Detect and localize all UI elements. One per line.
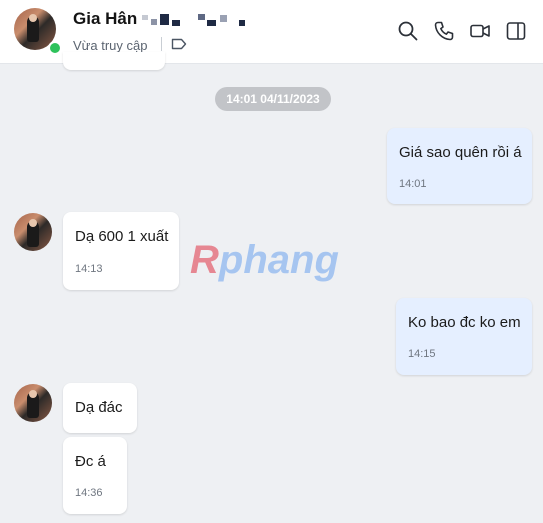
- message-time: 14:36: [75, 487, 103, 499]
- message-time: 14:01: [399, 178, 427, 190]
- sidebar-toggle-icon[interactable]: [505, 20, 527, 42]
- watermark-logo: Rphang: [190, 238, 339, 282]
- sender-avatar[interactable]: [14, 213, 52, 251]
- redacted-block: [198, 14, 205, 20]
- redacted-block: [172, 20, 180, 26]
- message-text: Dạ 600 1 xuất: [75, 228, 169, 245]
- avatar-face: [29, 390, 37, 398]
- divider: [161, 37, 162, 51]
- redacted-block: [151, 19, 157, 25]
- label-tag-icon[interactable]: [171, 37, 187, 51]
- message-bubble-partial: [63, 52, 165, 70]
- message-bubble-incoming[interactable]: Đc á 14:36: [63, 437, 127, 514]
- search-icon[interactable]: [397, 20, 419, 42]
- redacted-block: [220, 15, 227, 22]
- redacted-block: [207, 20, 216, 26]
- redacted-block: [142, 15, 148, 20]
- message-text: Đc á: [75, 453, 106, 470]
- date-separator: 14:01 04/11/2023: [215, 87, 331, 111]
- video-call-icon[interactable]: [469, 20, 491, 42]
- message-bubble-incoming[interactable]: Dạ 600 1 xuất 14:13: [63, 212, 179, 290]
- avatar-face: [29, 14, 37, 22]
- message-time: 14:15: [408, 348, 436, 360]
- message-text: Dạ đác: [75, 399, 123, 416]
- avatar-face: [29, 219, 37, 227]
- message-text: Ko bao đc ko em: [408, 314, 521, 331]
- sender-avatar[interactable]: [14, 384, 52, 422]
- redacted-block: [160, 14, 169, 25]
- message-bubble-incoming[interactable]: Dạ đác: [63, 383, 137, 433]
- online-status-dot: [48, 41, 62, 55]
- message-text: Giá sao quên rồi á: [399, 144, 522, 161]
- contact-name[interactable]: Gia Hân: [73, 9, 137, 29]
- message-bubble-outgoing[interactable]: Giá sao quên rồi á 14:01: [387, 128, 532, 204]
- redacted-block: [239, 20, 245, 26]
- last-active-status: Vừa truy cập: [73, 38, 148, 53]
- message-time: 14:13: [75, 263, 103, 275]
- phone-icon[interactable]: [433, 20, 455, 42]
- message-bubble-outgoing[interactable]: Ko bao đc ko em 14:15: [396, 298, 532, 375]
